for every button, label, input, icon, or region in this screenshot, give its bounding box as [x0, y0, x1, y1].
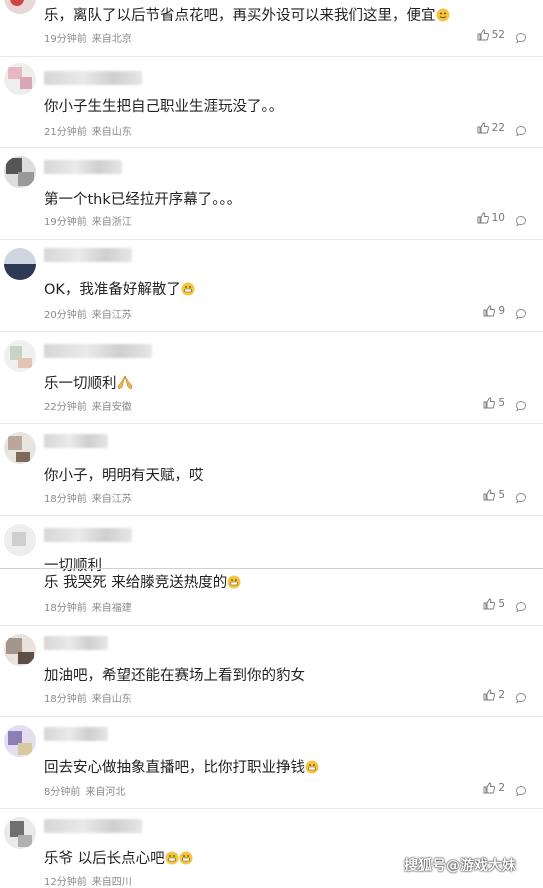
grin-emoji-icon — [165, 851, 179, 869]
comment-meta: 12分钟前 来自四川 — [44, 877, 132, 888]
comment-item: 加油吧，希望还能在赛场上看到你的豹女 18分钟前 来自山东 2 — [0, 626, 543, 716]
smile-emoji-icon — [436, 8, 450, 26]
comment-meta: 18分钟前 来自江苏 — [44, 494, 132, 505]
like-button[interactable]: 52 — [477, 29, 505, 41]
avatar[interactable] — [4, 524, 36, 556]
grin-emoji-icon — [305, 760, 319, 778]
username-blurred[interactable] — [44, 819, 142, 833]
grin-emoji-icon — [181, 282, 195, 300]
thumb-up-icon — [483, 397, 496, 409]
avatar[interactable] — [4, 63, 36, 95]
comment-text: 你小子生生把自己职业生涯玩没了。。 — [44, 99, 284, 115]
like-button[interactable]: 5 — [483, 598, 505, 610]
grin-emoji-icon — [179, 851, 193, 869]
comment-item: 你小子生生把自己职业生涯玩没了。。 21分钟前 来自山东 22 — [0, 57, 543, 147]
comment-item: OK，我准备好解散了 20分钟前 来自江苏 9 — [0, 240, 543, 330]
like-button[interactable]: 10 — [477, 212, 505, 224]
reply-icon[interactable] — [515, 29, 527, 48]
comment-item: 一切顺利 — [0, 516, 543, 574]
like-button[interactable]: 2 — [483, 782, 505, 794]
comment-meta: 18分钟前 来自福建 — [44, 603, 132, 614]
comment-meta: 21分钟前 来自山东 — [44, 127, 132, 138]
comment-meta: 22分钟前 来自安徽 — [44, 402, 132, 413]
avatar[interactable] — [4, 248, 36, 280]
comment-meta: 19分钟前 来自北京 — [44, 34, 132, 45]
comment-text: 你小子，明明有天赋，哎 — [44, 468, 204, 484]
thumb-up-icon — [477, 29, 489, 41]
reply-icon[interactable] — [515, 305, 527, 324]
comment-meta: 19分钟前 来自浙江 — [44, 217, 132, 228]
reply-icon[interactable] — [515, 122, 527, 141]
thumb-up-icon — [477, 122, 489, 134]
comment-meta: 18分钟前 来自山东 — [44, 694, 132, 705]
reply-icon[interactable] — [515, 598, 527, 617]
thumb-up-icon — [483, 489, 496, 501]
reply-icon[interactable] — [515, 689, 527, 708]
avatar[interactable] — [4, 0, 36, 14]
username-blurred[interactable] — [44, 434, 108, 448]
avatar[interactable] — [4, 725, 36, 757]
reply-icon[interactable] — [515, 489, 527, 508]
thumb-up-icon — [483, 598, 496, 610]
avatar[interactable] — [4, 634, 36, 666]
comment-text: 乐 我哭死 来给滕竞送热度的 — [44, 571, 241, 593]
source-watermark: 搜狐号@游戏大妹 — [404, 858, 516, 874]
thumb-up-icon — [483, 305, 496, 317]
avatar[interactable] — [4, 156, 36, 188]
comment-text: 第一个thk已经拉开序幕了。。。 — [44, 192, 242, 208]
like-button[interactable]: 9 — [483, 305, 505, 317]
pray-emoji-icon — [117, 375, 133, 394]
comment-item: 乐一切顺利 22分钟前 来自安徽 5 — [0, 332, 543, 422]
comment-text: OK，我准备好解散了 — [44, 278, 195, 300]
like-button[interactable]: 22 — [477, 122, 505, 134]
comment-item: 乐，离队了以后节省点花吧，再买外设可以来我们这里，便宜 19分钟前 来自北京 52 — [0, 0, 543, 55]
comment-item: 你小子，明明有天赋，哎 18分钟前 来自江苏 5 — [0, 424, 543, 514]
avatar[interactable] — [4, 340, 36, 372]
username-blurred[interactable] — [44, 248, 132, 262]
like-button[interactable]: 5 — [483, 489, 505, 501]
comment-text: 乐一切顺利 — [44, 372, 133, 394]
comment-item: 第一个thk已经拉开序幕了。。。 19分钟前 来自浙江 10 — [0, 148, 543, 238]
username-blurred[interactable] — [44, 528, 132, 542]
reply-icon[interactable] — [515, 212, 527, 231]
comment-text: 乐，离队了以后节省点花吧，再买外设可以来我们这里，便宜 — [44, 4, 450, 26]
username-blurred[interactable] — [44, 344, 152, 358]
grin-emoji-icon — [227, 575, 241, 593]
reply-icon[interactable] — [515, 782, 527, 801]
like-button[interactable]: 5 — [483, 397, 505, 409]
comment-meta: 8分钟前 来自河北 — [44, 787, 126, 798]
username-blurred[interactable] — [44, 636, 108, 650]
comment-text: 乐爷 以后长点心吧 — [44, 847, 193, 869]
avatar[interactable] — [4, 817, 36, 849]
comment-meta: 20分钟前 来自江苏 — [44, 310, 132, 321]
username-blurred[interactable] — [44, 71, 142, 85]
like-button[interactable]: 2 — [483, 689, 505, 701]
comment-item: 乐 我哭死 来给滕竞送热度的 18分钟前 来自福建 5 — [0, 569, 543, 625]
thumb-up-icon — [483, 689, 496, 701]
avatar[interactable] — [4, 432, 36, 464]
comment-text: 加油吧，希望还能在赛场上看到你的豹女 — [44, 668, 305, 684]
thumb-up-icon — [477, 212, 489, 224]
username-blurred[interactable] — [44, 727, 108, 741]
comment-text: 回去安心做抽象直播吧，比你打职业挣钱 — [44, 756, 319, 778]
username-blurred[interactable] — [44, 160, 122, 174]
thumb-up-icon — [483, 782, 496, 794]
reply-icon[interactable] — [515, 397, 527, 416]
comment-item: 回去安心做抽象直播吧，比你打职业挣钱 8分钟前 来自河北 2 — [0, 717, 543, 807]
